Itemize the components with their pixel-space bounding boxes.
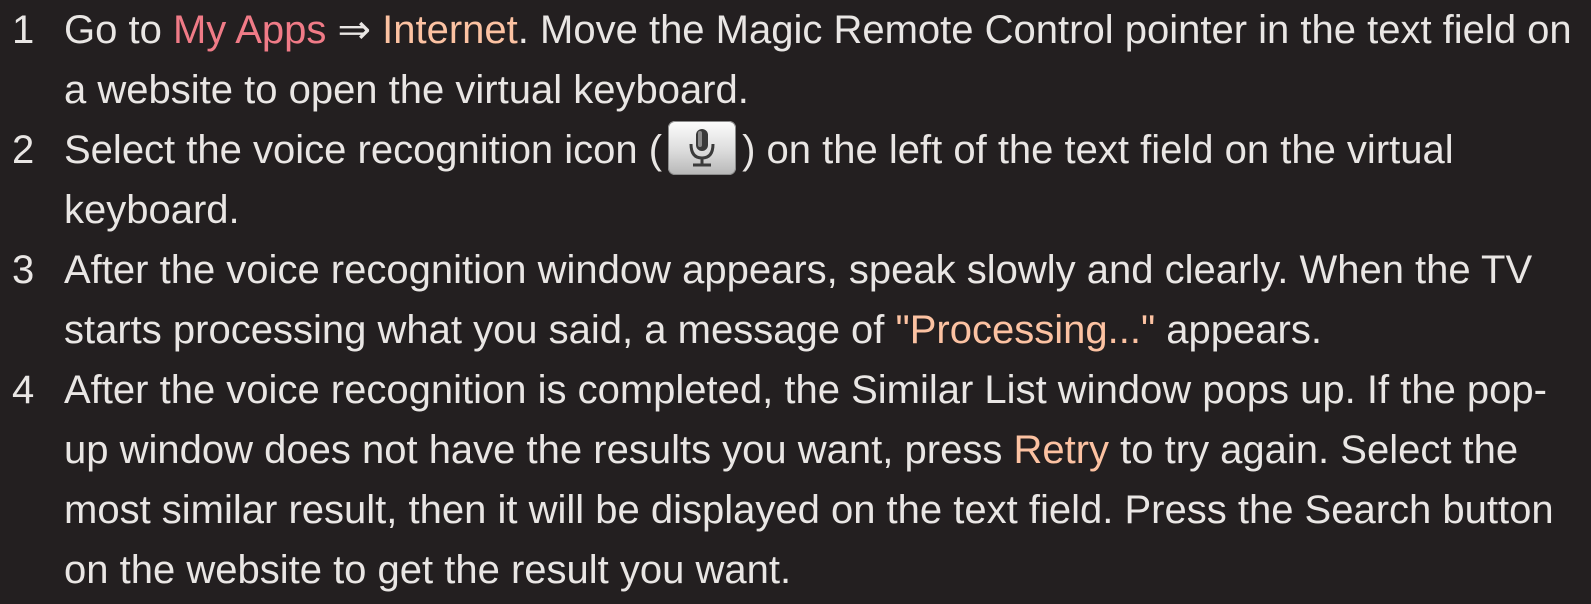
step-4: 4 After the voice recognition is complet…	[0, 360, 1591, 600]
step-text: appears.	[1166, 308, 1322, 352]
step-number: 2	[12, 128, 35, 172]
processing-message: "Processing..."	[895, 308, 1156, 352]
step-number: 3	[12, 248, 35, 292]
arrow-icon: ⇒	[337, 8, 372, 52]
microphone-glyph	[689, 129, 715, 167]
step-3: 3 After the voice recognition window app…	[0, 240, 1591, 360]
my-apps-label: My Apps	[172, 8, 327, 52]
microphone-icon	[668, 121, 737, 176]
retry-label: Retry	[1013, 428, 1110, 472]
step-text: Go to	[64, 8, 162, 52]
step-2: 2 Select the voice recognition icon () o…	[0, 120, 1591, 240]
step-text: Select the voice recognition icon (	[64, 128, 663, 172]
internet-label: Internet	[382, 8, 518, 52]
step-number: 4	[12, 368, 35, 412]
instruction-steps: 1 Go to My Apps ⇒ Internet. Move the Mag…	[0, 0, 1591, 600]
step-1: 1 Go to My Apps ⇒ Internet. Move the Mag…	[0, 0, 1591, 120]
manual-page: { "steps": [ { "number": "1", "text_a": …	[0, 0, 1591, 604]
step-number: 1	[12, 8, 35, 52]
